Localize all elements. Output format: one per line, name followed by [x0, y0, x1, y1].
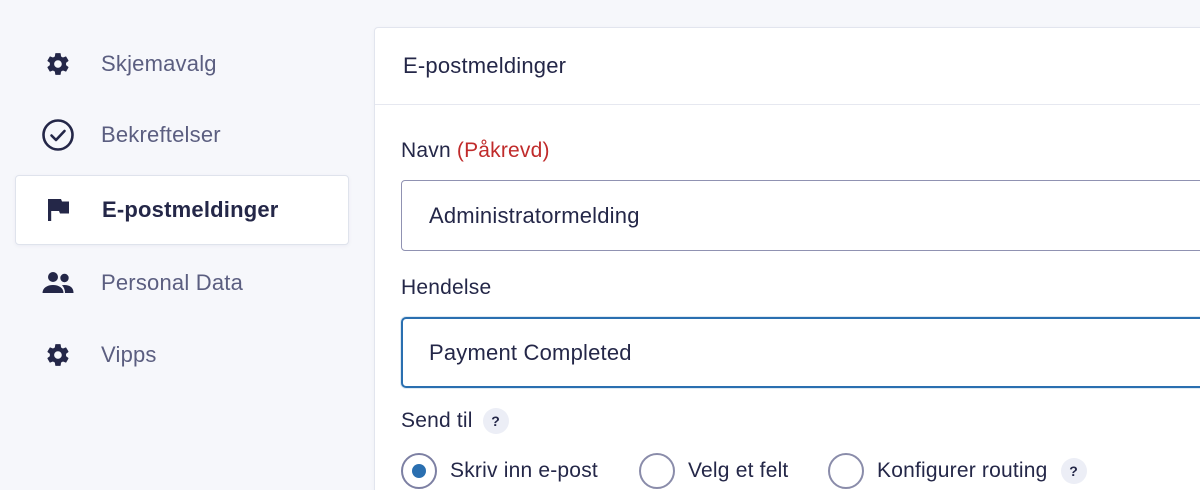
radio-button[interactable]	[639, 453, 675, 489]
radio-button[interactable]	[828, 453, 864, 489]
sidebar-item-bekreftelser[interactable]: Bekreftelser	[15, 100, 349, 170]
radio-label: Velg et felt	[688, 459, 789, 482]
sidebar-item-e-postmeldinger[interactable]: E-postmeldinger	[15, 175, 349, 245]
panel-title: E-postmeldinger	[403, 53, 567, 78]
notification-settings-panel: E-postmeldinger Navn (Påkrevd) Hendelse …	[374, 27, 1200, 490]
sidebar-item-skjemavalg[interactable]: Skjemavalg	[15, 29, 349, 99]
send-to-label: Send til ?	[401, 408, 509, 434]
event-select-value: Payment Completed	[429, 339, 632, 365]
radio-button-checked[interactable]	[401, 453, 437, 489]
name-field-label: Navn (Påkrevd)	[401, 139, 550, 163]
send-to-label-text: Send til	[401, 409, 473, 432]
sidebar-item-label: Skjemavalg	[101, 51, 217, 76]
event-field-label: Hendelse	[401, 276, 492, 299]
sidebar-item-vipps[interactable]: Vipps	[15, 320, 349, 390]
settings-sidebar: Skjemavalg Bekreftelser E-postmeldinger …	[0, 0, 365, 490]
sidebar-item-personal-data[interactable]: Personal Data	[15, 248, 349, 318]
help-icon[interactable]: ?	[482, 408, 509, 434]
required-indicator: (Påkrevd)	[456, 139, 550, 162]
check-circle-icon	[41, 118, 75, 152]
radio-label: Konfigurer routing	[877, 459, 1048, 482]
users-icon	[41, 266, 75, 300]
sidebar-item-label: Vipps	[101, 342, 157, 367]
sidebar-item-label: E-postmeldinger	[102, 197, 279, 222]
gear-icon	[41, 47, 75, 81]
event-select[interactable]: Payment Completed	[401, 317, 1200, 388]
name-input[interactable]	[401, 180, 1200, 251]
send-to-options: Skriv inn e-post Velg et felt Konfigurer…	[401, 453, 1200, 489]
sidebar-item-label: Personal Data	[101, 270, 244, 295]
gear-icon	[41, 338, 75, 372]
sidebar-item-label: Bekreftelser	[101, 122, 221, 147]
help-icon[interactable]: ?	[1060, 458, 1087, 484]
radio-dot	[412, 464, 426, 478]
radio-option-select-field[interactable]: Velg et felt	[639, 453, 788, 489]
radio-label: Skriv inn e-post	[450, 459, 598, 482]
radio-option-configure-routing[interactable]: Konfigurer routing ?	[828, 453, 1087, 489]
name-label-text: Navn	[401, 139, 451, 162]
flag-icon	[42, 193, 76, 227]
radio-option-enter-email[interactable]: Skriv inn e-post	[401, 453, 598, 489]
panel-header: E-postmeldinger	[375, 28, 1200, 105]
